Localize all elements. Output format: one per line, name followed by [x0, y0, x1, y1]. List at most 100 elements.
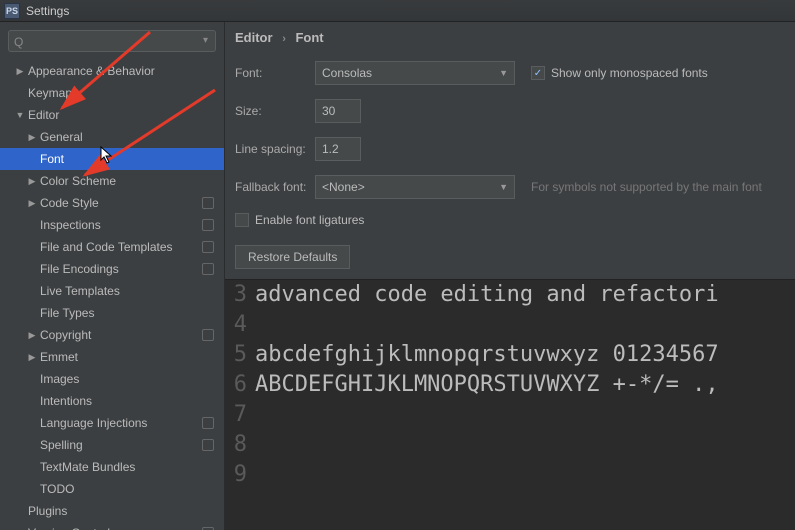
sidebar-item-textmate-bundles[interactable]: TextMate Bundles [0, 456, 224, 478]
app-icon: PS [4, 3, 20, 19]
line-spacing-label: Line spacing: [235, 142, 315, 156]
window-title: Settings [26, 4, 69, 18]
preview-line: 5abcdefghijklmnopqrstuvwxyz 01234567 [225, 340, 795, 370]
restore-defaults-button[interactable]: Restore Defaults [235, 245, 350, 269]
sidebar-item-plugins[interactable]: Plugins [0, 500, 224, 522]
preview-line: 3advanced code editing and refactori [225, 280, 795, 310]
sidebar-item-intentions[interactable]: Intentions [0, 390, 224, 412]
tree-item-label: Spelling [40, 438, 83, 452]
tree-item-label: General [40, 130, 83, 144]
tree-item-label: File Encodings [40, 262, 119, 276]
tree-item-label: Language Injections [40, 416, 147, 430]
tree-item-label: Code Style [40, 196, 99, 210]
fallback-hint: For symbols not supported by the main fo… [531, 180, 762, 194]
breadcrumb-separator-icon: › [282, 33, 286, 45]
project-scope-icon [202, 263, 214, 275]
size-label: Size: [235, 104, 315, 118]
tree-arrow-icon: ▼ [14, 110, 26, 120]
tree-arrow-icon: ▶ [26, 198, 38, 209]
ligatures-label: Enable font ligatures [255, 213, 364, 227]
tree-arrow-icon: ▶ [26, 330, 38, 341]
tree-item-label: Live Templates [40, 284, 120, 298]
tree-item-label: Editor [28, 108, 59, 122]
titlebar: PS Settings [0, 0, 795, 22]
tree-item-label: Copyright [40, 328, 91, 342]
tree-item-label: Intentions [40, 394, 92, 408]
sidebar-item-live-templates[interactable]: Live Templates [0, 280, 224, 302]
sidebar-item-emmet[interactable]: ▶Emmet [0, 346, 224, 368]
search-input[interactable] [8, 30, 216, 52]
checkbox-icon: ✓ [531, 66, 545, 80]
fallback-label: Fallback font: [235, 180, 315, 194]
line-number: 8 [225, 430, 255, 460]
tree-item-label: File and Code Templates [40, 240, 173, 254]
sidebar-item-spelling[interactable]: Spelling [0, 434, 224, 456]
preview-line: 7 [225, 400, 795, 430]
line-number: 3 [225, 280, 255, 310]
preview-line: 8 [225, 430, 795, 460]
sidebar-item-inspections[interactable]: Inspections [0, 214, 224, 236]
tree-item-label: Plugins [28, 504, 67, 518]
size-input[interactable] [315, 99, 361, 123]
tree-arrow-icon: ▶ [14, 66, 26, 77]
font-preview: 3advanced code editing and refactori45ab… [225, 279, 795, 530]
sidebar-item-file-encodings[interactable]: File Encodings [0, 258, 224, 280]
line-number: 6 [225, 370, 255, 400]
sidebar: Q ▾ ▶Appearance & BehaviorKeymap▼Editor▶… [0, 22, 225, 530]
preview-line: 9 [225, 460, 795, 490]
project-scope-icon [202, 439, 214, 451]
preview-line: 4 [225, 310, 795, 340]
project-scope-icon [202, 329, 214, 341]
font-label: Font: [235, 66, 315, 80]
tree-arrow-icon: ▶ [26, 352, 38, 363]
sidebar-item-file-and-code-templates[interactable]: File and Code Templates [0, 236, 224, 258]
breadcrumb-font: Font [295, 30, 323, 45]
settings-tree: ▶Appearance & BehaviorKeymap▼Editor▶Gene… [0, 60, 224, 530]
line-text: advanced code editing and refactori [255, 280, 719, 310]
show-monospaced-label: Show only monospaced fonts [551, 66, 708, 80]
sidebar-item-appearance-behavior[interactable]: ▶Appearance & Behavior [0, 60, 224, 82]
line-number: 4 [225, 310, 255, 340]
tree-item-label: Images [40, 372, 79, 386]
tree-arrow-icon: ▶ [26, 176, 38, 187]
tree-item-label: Font [40, 152, 64, 166]
breadcrumb-editor[interactable]: Editor [235, 30, 273, 45]
ligatures-checkbox[interactable]: Enable font ligatures [235, 213, 364, 227]
sidebar-item-general[interactable]: ▶General [0, 126, 224, 148]
checkbox-icon [235, 213, 249, 227]
tree-item-label: TextMate Bundles [40, 460, 135, 474]
sidebar-item-file-types[interactable]: File Types [0, 302, 224, 324]
line-text: abcdefghijklmnopqrstuvwxyz 01234567 [255, 340, 719, 370]
sidebar-item-editor[interactable]: ▼Editor [0, 104, 224, 126]
sidebar-item-font[interactable]: Font [0, 148, 224, 170]
tree-item-label: Color Scheme [40, 174, 116, 188]
fallback-combo[interactable]: <None> ▼ [315, 175, 515, 199]
fallback-value: <None> [322, 180, 365, 194]
line-number: 9 [225, 460, 255, 490]
sidebar-item-language-injections[interactable]: Language Injections [0, 412, 224, 434]
chevron-down-icon: ▼ [499, 68, 508, 78]
project-scope-icon [202, 219, 214, 231]
sidebar-item-code-style[interactable]: ▶Code Style [0, 192, 224, 214]
sidebar-item-images[interactable]: Images [0, 368, 224, 390]
sidebar-item-color-scheme[interactable]: ▶Color Scheme [0, 170, 224, 192]
tree-item-label: Inspections [40, 218, 101, 232]
tree-item-label: Keymap [28, 86, 72, 100]
sidebar-item-version-control[interactable]: ▶Version Control [0, 522, 224, 530]
show-monospaced-checkbox[interactable]: ✓ Show only monospaced fonts [531, 66, 708, 80]
project-scope-icon [202, 417, 214, 429]
sidebar-item-keymap[interactable]: Keymap [0, 82, 224, 104]
line-spacing-input[interactable] [315, 137, 361, 161]
tree-item-label: TODO [40, 482, 74, 496]
sidebar-item-copyright[interactable]: ▶Copyright [0, 324, 224, 346]
sidebar-item-todo[interactable]: TODO [0, 478, 224, 500]
font-value: Consolas [322, 66, 372, 80]
tree-item-label: File Types [40, 306, 94, 320]
line-number: 7 [225, 400, 255, 430]
preview-line: 6ABCDEFGHIJKLMNOPQRSTUVWXYZ +-*/= ., [225, 370, 795, 400]
tree-item-label: Emmet [40, 350, 78, 364]
project-scope-icon [202, 197, 214, 209]
line-text: ABCDEFGHIJKLMNOPQRSTUVWXYZ +-*/= ., [255, 370, 719, 400]
font-combo[interactable]: Consolas ▼ [315, 61, 515, 85]
tree-item-label: Appearance & Behavior [28, 64, 155, 78]
